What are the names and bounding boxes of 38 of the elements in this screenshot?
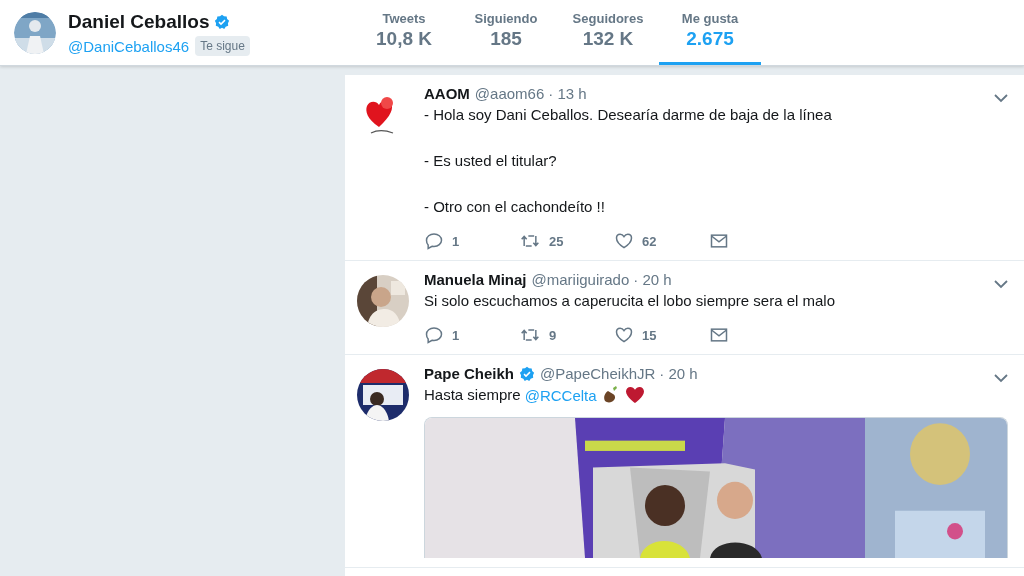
like-count: 62 [642, 233, 657, 249]
tweet-text: Hasta siempre [424, 385, 521, 405]
tweet-text: - Es usted el titular? [424, 151, 558, 171]
tweet-time[interactable]: · 20 h [633, 271, 672, 288]
reply-count: 1 [452, 233, 460, 249]
stat-tab[interactable]: Siguiendo 185 [455, 0, 557, 65]
author-handle[interactable]: @mariiguirado [531, 271, 630, 288]
tweet-text: Si solo escuchamos a caperucita el lobo siempre sera el malo [424, 291, 837, 311]
chevron-down-icon [994, 93, 1008, 103]
retweet-count: 25 [549, 233, 564, 249]
message-icon [709, 325, 729, 345]
stat-tab[interactable]: Tweets 10,8 K [353, 0, 455, 65]
author-name[interactable]: Manuela Minaj [424, 271, 527, 288]
reply-icon [424, 231, 444, 251]
message-icon [709, 231, 729, 251]
tweet-text: - Hola soy Dani Ceballos. Desearía darme de baja de la línea [424, 105, 833, 125]
like-icon [614, 231, 634, 251]
retweet-count: 9 [549, 327, 557, 343]
stat-tab[interactable]: Me gusta 2.675 [659, 0, 761, 65]
heart-icon [624, 385, 645, 405]
author-name[interactable]: Pape Cheikh [424, 365, 515, 382]
reply-icon [424, 325, 444, 345]
chevron-down-icon [994, 279, 1008, 289]
tweet-text: - Otro con el cachondeíto !! [424, 197, 606, 217]
author-handle[interactable]: @aaom66 [474, 85, 545, 102]
follows-you-badge: Te sigue [195, 36, 250, 56]
author-name[interactable]: AAOM [424, 85, 470, 102]
author-handle[interactable]: @PapeCheikhJR [540, 365, 656, 382]
like-icon [614, 325, 634, 345]
stat-tab[interactable]: Seguidores 132 K [557, 0, 659, 65]
mention-link[interactable]: @RCCelta [524, 386, 597, 404]
tweet-time[interactable]: · 20 h [659, 365, 698, 382]
tweet-time[interactable]: · 13 h [548, 85, 587, 102]
like-count: 15 [642, 327, 657, 343]
reply-count: 1 [452, 327, 460, 343]
chevron-down-icon [994, 373, 1008, 383]
profile-handle: @DaniCeballos46 [68, 37, 190, 55]
profile-name: Daniel Ceballos [68, 11, 210, 33]
